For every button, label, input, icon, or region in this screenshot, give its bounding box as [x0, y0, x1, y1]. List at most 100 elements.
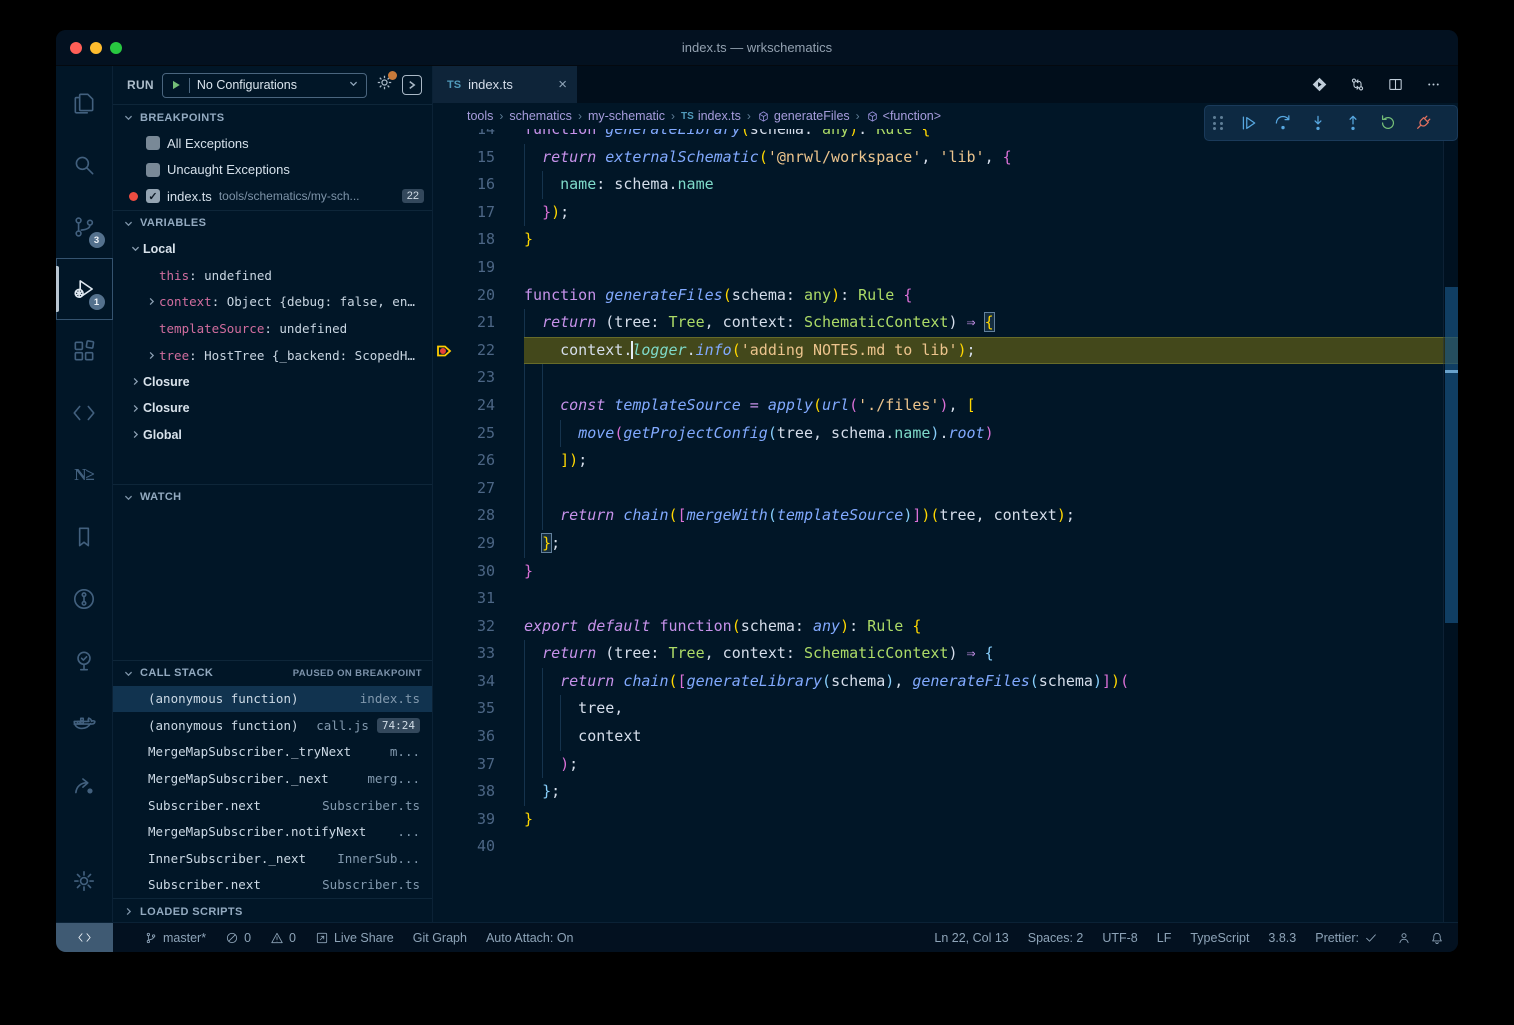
- activity-item-source-control[interactable]: 3: [56, 196, 113, 258]
- code-line[interactable]: 38 };: [433, 778, 1458, 806]
- breadcrumb-item[interactable]: my-schematic: [588, 109, 665, 123]
- code-line[interactable]: 22 context.logger.info('adding NOTES.md …: [433, 337, 1458, 365]
- tab-index-ts[interactable]: TS index.ts ×: [433, 66, 577, 103]
- status-encoding[interactable]: UTF-8: [1102, 931, 1137, 945]
- status-remote-indicator[interactable]: [56, 923, 113, 952]
- variable-row[interactable]: Global: [113, 422, 432, 449]
- breakpoint-margin[interactable]: [433, 447, 455, 475]
- breakpoint-margin[interactable]: [433, 833, 455, 861]
- checkbox[interactable]: ✓: [146, 189, 160, 203]
- status-language-mode[interactable]: TypeScript: [1190, 931, 1249, 945]
- checkbox[interactable]: [146, 163, 160, 177]
- breakpoint-margin[interactable]: [433, 199, 455, 227]
- code-line[interactable]: 24 const templateSource = apply(url('./f…: [433, 392, 1458, 420]
- code-line[interactable]: 29 };: [433, 530, 1458, 558]
- breakpoint-margin[interactable]: [433, 282, 455, 310]
- code-line[interactable]: 30}: [433, 558, 1458, 586]
- breadcrumb-item[interactable]: generateFiles: [757, 109, 850, 123]
- code-line[interactable]: 32export default function(schema: any): …: [433, 613, 1458, 641]
- variables-header[interactable]: VARIABLES: [113, 211, 432, 236]
- breakpoints-header[interactable]: BREAKPOINTS: [113, 105, 432, 130]
- variable-row[interactable]: templateSource: undefined: [113, 315, 432, 342]
- checkbox[interactable]: [146, 136, 160, 150]
- breakpoint-margin[interactable]: [433, 392, 455, 420]
- breadcrumb-item[interactable]: tools: [467, 109, 493, 123]
- breadcrumb-item[interactable]: TSindex.ts: [681, 109, 741, 123]
- status-git-branch[interactable]: master*: [144, 931, 206, 945]
- disconnect-button[interactable]: [1410, 110, 1436, 136]
- activity-item-live-share[interactable]: [56, 754, 113, 816]
- code-line[interactable]: 31: [433, 585, 1458, 613]
- breakpoint-row[interactable]: Uncaught Exceptions: [113, 157, 432, 184]
- code-editor[interactable]: 14function generateLibrary(schema: any):…: [433, 129, 1458, 922]
- step-out-button[interactable]: [1340, 110, 1366, 136]
- breakpoint-margin[interactable]: [433, 530, 455, 558]
- call-stack-frame[interactable]: Subscriber.nextSubscriber.ts: [113, 792, 432, 819]
- activity-item-bookmarks[interactable]: [56, 506, 113, 568]
- variable-row[interactable]: tree: HostTree {_backend: ScopedH…: [113, 342, 432, 369]
- code-line[interactable]: 36 context: [433, 723, 1458, 751]
- breakpoint-margin[interactable]: [433, 364, 455, 392]
- activity-item-search[interactable]: [56, 134, 113, 196]
- variable-row[interactable]: this: undefined: [113, 262, 432, 289]
- current-line-breakpoint-marker[interactable]: [433, 337, 455, 365]
- code-line[interactable]: 23: [433, 364, 1458, 392]
- breakpoint-margin[interactable]: [433, 475, 455, 503]
- call-stack-frame[interactable]: MergeMapSubscriber._nextmerg...: [113, 765, 432, 792]
- breakpoint-margin[interactable]: [433, 778, 455, 806]
- open-changes-icon[interactable]: [1311, 76, 1328, 93]
- code-line[interactable]: 15 return externalSchematic('@nrwl/works…: [433, 144, 1458, 172]
- debug-settings-gear[interactable]: [375, 73, 394, 97]
- activity-item-git-history[interactable]: [56, 568, 113, 630]
- code-line[interactable]: 33 return (tree: Tree, context: Schemati…: [433, 640, 1458, 668]
- call-stack-frame[interactable]: (anonymous function)index.ts: [113, 686, 432, 713]
- code-line[interactable]: 17 });: [433, 199, 1458, 227]
- breakpoint-margin[interactable]: [433, 668, 455, 696]
- breakpoint-margin[interactable]: [433, 226, 455, 254]
- code-line[interactable]: 35 tree,: [433, 695, 1458, 723]
- status-live-share[interactable]: Live Share: [315, 931, 394, 945]
- breakpoint-margin[interactable]: [433, 309, 455, 337]
- breadcrumb-item[interactable]: schematics: [509, 109, 572, 123]
- split-editor-icon[interactable]: [1387, 76, 1404, 93]
- call-stack-frame[interactable]: MergeMapSubscriber._tryNextm...: [113, 739, 432, 766]
- breakpoint-row[interactable]: ✓index.tstools/schematics/my-sch...22: [113, 183, 432, 210]
- breakpoint-margin[interactable]: [433, 558, 455, 586]
- watch-header[interactable]: WATCH: [113, 485, 432, 510]
- activity-item-nx-console[interactable]: N≥: [56, 444, 113, 506]
- variable-row[interactable]: Closure: [113, 395, 432, 422]
- more-actions-icon[interactable]: [1425, 76, 1442, 93]
- activity-item-test-explorer[interactable]: [56, 630, 113, 692]
- call-stack-frame[interactable]: InnerSubscriber._nextInnerSub...: [113, 845, 432, 872]
- step-into-button[interactable]: [1305, 110, 1331, 136]
- call-stack-frame[interactable]: MergeMapSubscriber.notifyNext...: [113, 818, 432, 845]
- call-stack-header[interactable]: CALL STACK PAUSED ON BREAKPOINT: [113, 661, 432, 686]
- activity-item-run-and-debug[interactable]: 1: [56, 258, 113, 320]
- code-line[interactable]: 39}: [433, 806, 1458, 834]
- status-git-graph[interactable]: Git Graph: [413, 931, 467, 945]
- variable-row[interactable]: Local: [113, 236, 432, 263]
- breakpoint-margin[interactable]: [433, 640, 455, 668]
- code-line[interactable]: 34 return chain([generateLibrary(schema)…: [433, 668, 1458, 696]
- status-errors[interactable]: 0: [225, 931, 251, 945]
- breakpoint-margin[interactable]: [433, 502, 455, 530]
- breakpoint-row[interactable]: All Exceptions: [113, 130, 432, 157]
- status-ts-version[interactable]: 3.8.3: [1268, 931, 1296, 945]
- code-line[interactable]: 25 move(getProjectConfig(tree, schema.na…: [433, 420, 1458, 448]
- status-auto-attach[interactable]: Auto Attach: On: [486, 931, 574, 945]
- activity-item-remote-explorer[interactable]: [56, 382, 113, 444]
- debug-console-button[interactable]: [402, 75, 422, 95]
- activity-item-docker[interactable]: [56, 692, 113, 754]
- code-line[interactable]: 16 name: schema.name: [433, 171, 1458, 199]
- code-line[interactable]: 21 return (tree: Tree, context: Schemati…: [433, 309, 1458, 337]
- step-over-button[interactable]: [1270, 110, 1296, 136]
- status-eol[interactable]: LF: [1157, 931, 1172, 945]
- breadcrumb-item[interactable]: <function>: [866, 109, 941, 123]
- code-line[interactable]: 19: [433, 254, 1458, 282]
- status-cursor-position[interactable]: Ln 22, Col 13: [934, 931, 1008, 945]
- breakpoint-margin[interactable]: [433, 806, 455, 834]
- code-line[interactable]: 37 );: [433, 751, 1458, 779]
- code-line[interactable]: 26 ]);: [433, 447, 1458, 475]
- variable-row[interactable]: Closure: [113, 368, 432, 395]
- breakpoint-margin[interactable]: [433, 254, 455, 282]
